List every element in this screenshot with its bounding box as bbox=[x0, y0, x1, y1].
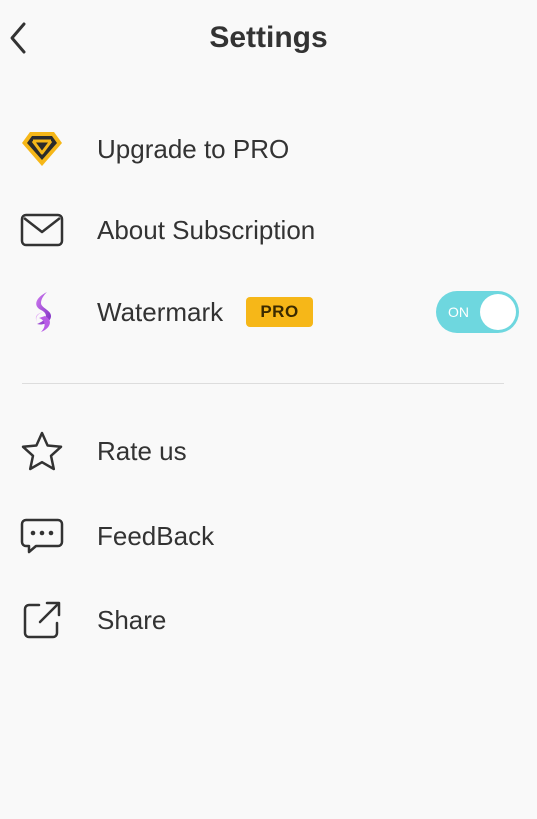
watermark-logo-icon bbox=[19, 289, 65, 335]
menu-item-upgrade-pro[interactable]: Upgrade to PRO bbox=[0, 118, 537, 180]
pro-badge: PRO bbox=[246, 297, 313, 327]
star-icon bbox=[19, 428, 65, 474]
menu-item-label: Share bbox=[97, 605, 167, 635]
menu-item-label: About Subscription bbox=[97, 215, 316, 245]
diamond-icon bbox=[19, 126, 65, 172]
menu-item-rate-us[interactable]: Rate us bbox=[0, 420, 537, 482]
share-icon bbox=[19, 597, 65, 643]
toggle-knob bbox=[480, 294, 516, 330]
menu-item-watermark: Watermark PRO ON bbox=[0, 281, 537, 343]
toggle-label: ON bbox=[448, 304, 469, 320]
page-title: Settings bbox=[209, 21, 328, 54]
menu-item-label: Rate us bbox=[97, 436, 187, 466]
watermark-toggle[interactable]: ON bbox=[436, 291, 519, 333]
mail-icon bbox=[19, 207, 65, 253]
header: Settings bbox=[0, 0, 537, 76]
menu-item-label: Upgrade to PRO bbox=[97, 134, 290, 164]
menu-item-share[interactable]: Share bbox=[0, 589, 537, 651]
menu-item-label: Watermark bbox=[97, 297, 224, 327]
menu-item-feedback[interactable]: FeedBack bbox=[0, 505, 537, 567]
divider bbox=[22, 383, 504, 384]
menu-item-about-subscription[interactable]: About Subscription bbox=[0, 199, 537, 261]
menu-item-label: FeedBack bbox=[97, 521, 215, 551]
chat-bubble-icon bbox=[19, 513, 65, 559]
